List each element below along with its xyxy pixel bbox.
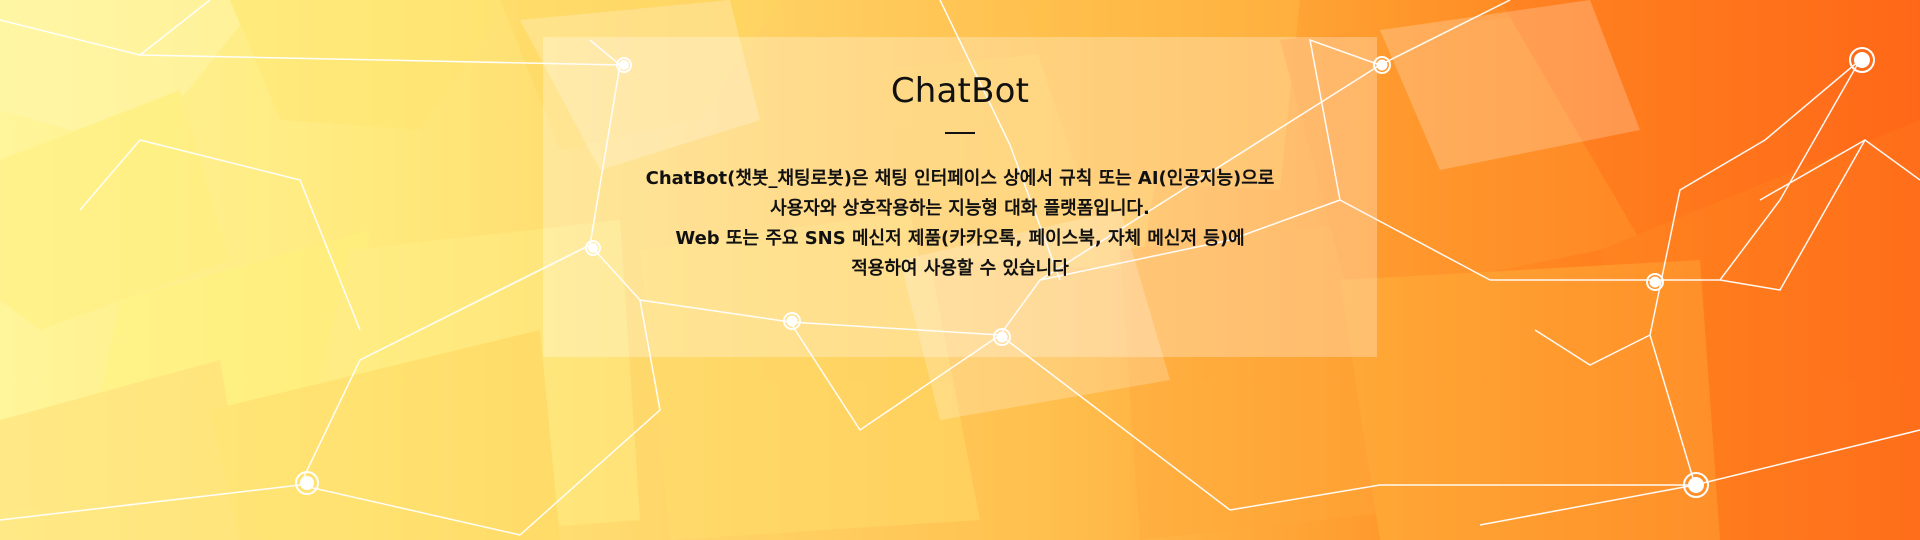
intro-panel: ChatBot ChatBot(챗봇_채팅로봇)은 채팅 인터페이스 상에서 규… [543,37,1377,357]
description-line: 사용자와 상호작용하는 지능형 대화 플랫폼입니다. [770,198,1150,220]
page-title: ChatBot [890,71,1030,111]
description-line: Web 또는 주요 SNS 메신저 제품(카카오톡, 페이스북, 자체 메신저 … [675,228,1245,250]
hero-banner: ChatBot ChatBot(챗봇_채팅로봇)은 채팅 인터페이스 상에서 규… [0,0,1920,540]
intro-description: ChatBot(챗봇_채팅로봇)은 채팅 인터페이스 상에서 규칙 또는 AI(… [580,164,1340,284]
description-line: 적용하여 사용할 수 있습니다 [851,258,1069,280]
description-line: ChatBot(챗봇_채팅로봇)은 채팅 인터페이스 상에서 규칙 또는 AI(… [645,168,1275,190]
title-divider [945,132,975,135]
